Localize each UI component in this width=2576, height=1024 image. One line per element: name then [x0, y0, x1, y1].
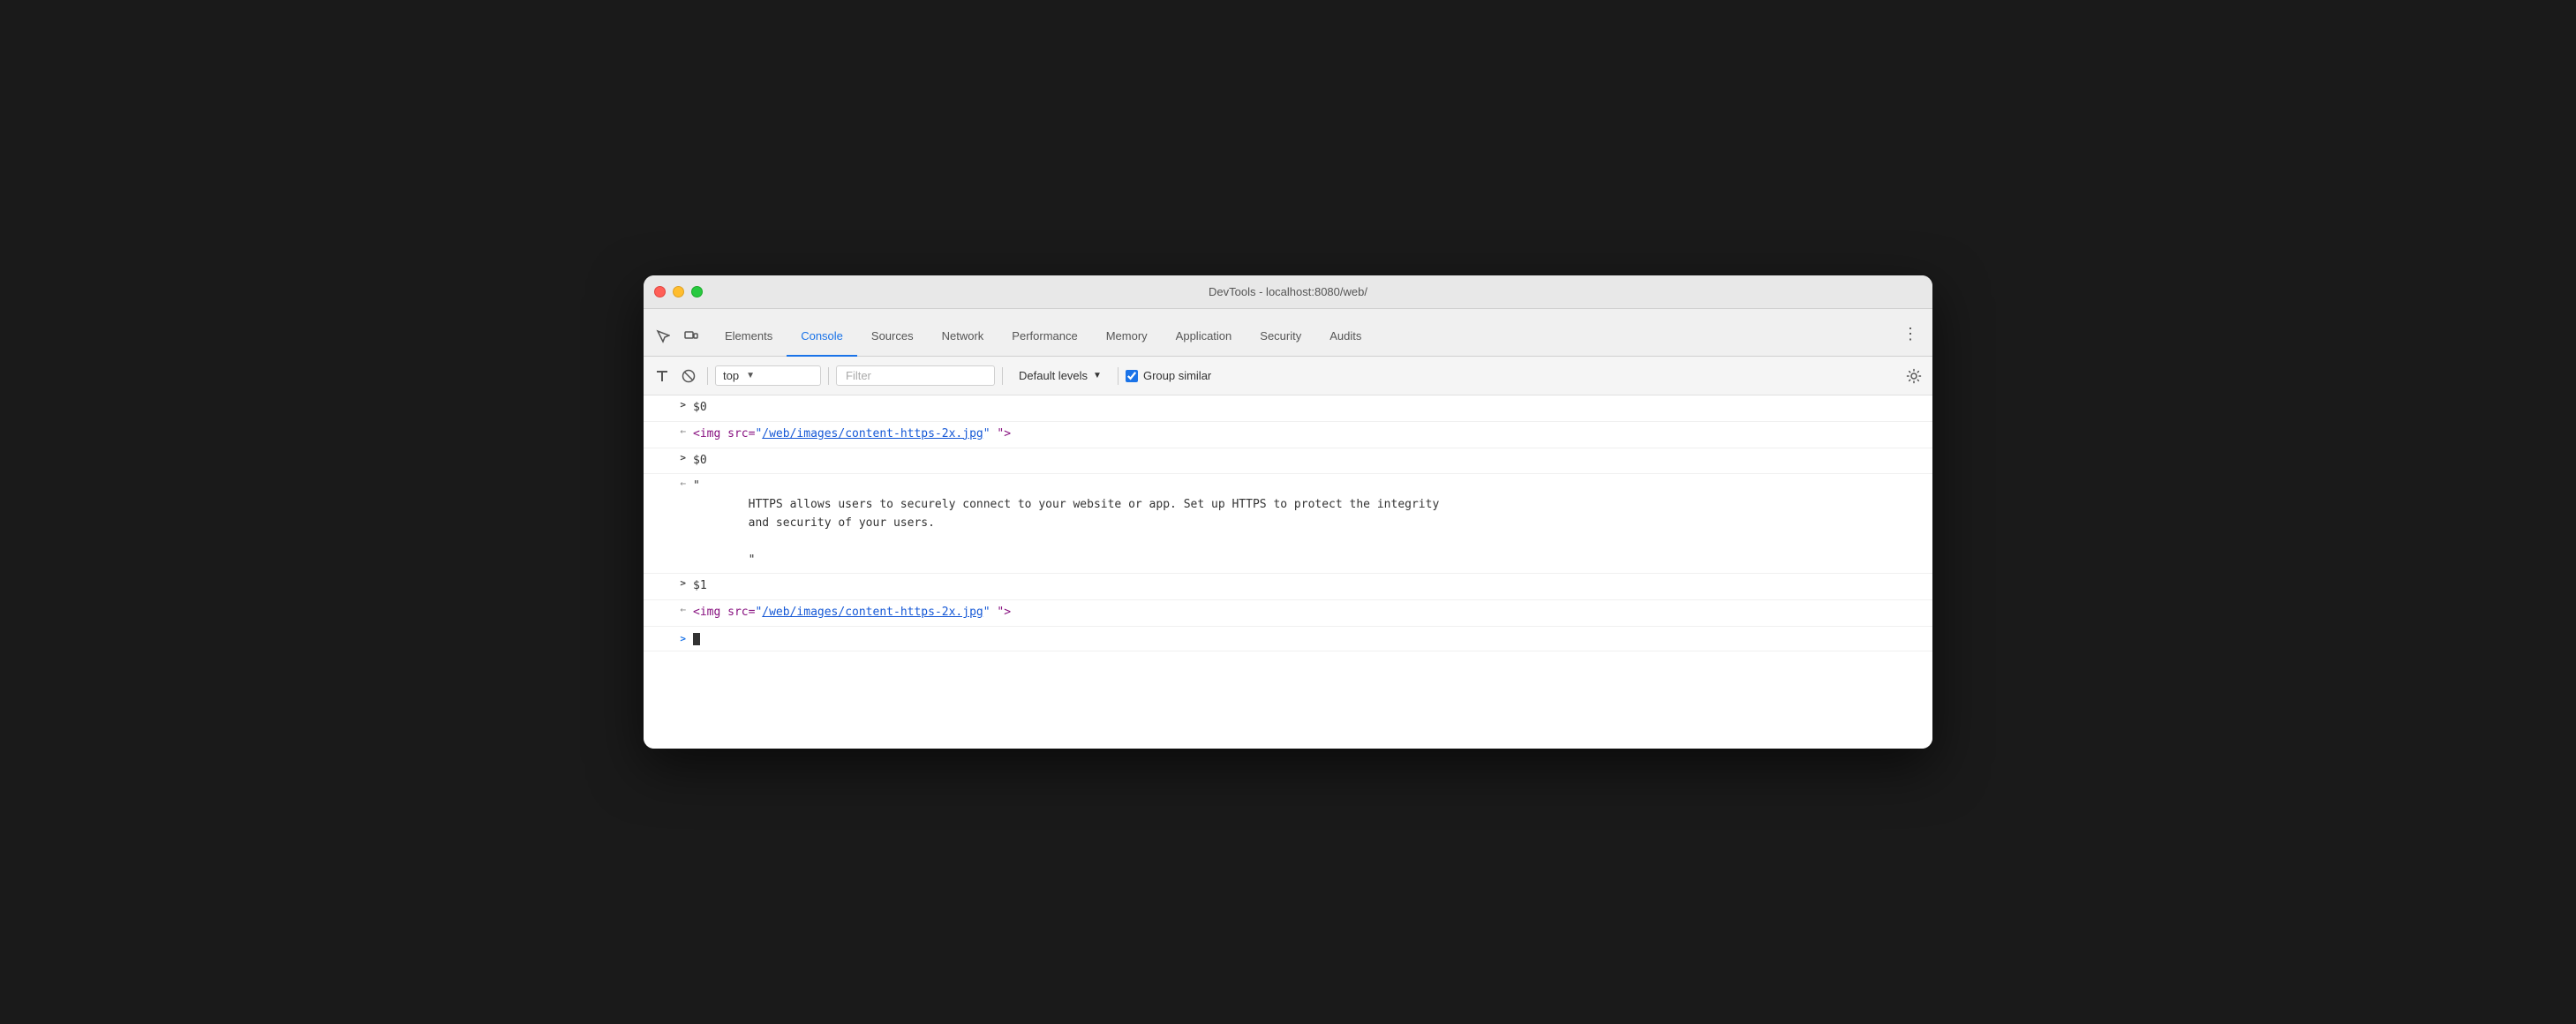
- html-link[interactable]: /web/images/content-https-2x.jpg: [762, 606, 983, 619]
- return-arrow-icon: ←: [680, 604, 686, 615]
- settings-icon[interactable]: [1902, 365, 1925, 388]
- no-icon[interactable]: [677, 365, 700, 388]
- tab-network[interactable]: Network: [928, 316, 998, 357]
- console-row: ← <img src= "/web/images/content-https-2x…: [644, 422, 1932, 448]
- toolbar-divider-2: [828, 367, 829, 385]
- clear-console-button[interactable]: [651, 365, 674, 388]
- toolbar-right: [1902, 365, 1925, 388]
- context-arrow-icon: ▼: [746, 371, 755, 380]
- return-gutter: ←: [644, 600, 693, 619]
- levels-arrow-icon: ▼: [1093, 371, 1102, 380]
- tab-elements[interactable]: Elements: [711, 316, 787, 357]
- devtools-tab-bar: Elements Console Sources Network Perform…: [644, 309, 1932, 357]
- console-body: $1: [693, 574, 1932, 599]
- console-var: $1: [693, 579, 707, 592]
- more-tabs-icon[interactable]: ⋮: [1895, 319, 1925, 349]
- tab-security[interactable]: Security: [1246, 316, 1315, 357]
- device-toolbar-icon[interactable]: [679, 324, 704, 349]
- prompt-gutter: >: [644, 395, 693, 414]
- prompt-arrow-icon: >: [680, 399, 686, 410]
- minimize-button[interactable]: [673, 286, 684, 297]
- console-body: <img src= "/web/images/content-https-2x.j…: [693, 422, 1932, 448]
- levels-label: Default levels: [1019, 369, 1088, 382]
- return-gutter: ←: [644, 474, 693, 493]
- console-row: ← <img src= "/web/images/content-https-2x…: [644, 600, 1932, 627]
- toolbar-divider-4: [1118, 367, 1119, 385]
- levels-dropdown[interactable]: Default levels ▼: [1010, 366, 1111, 385]
- return-gutter: ←: [644, 422, 693, 440]
- cursor: [693, 633, 700, 645]
- tab-memory[interactable]: Memory: [1092, 316, 1162, 357]
- group-similar-toggle[interactable]: Group similar: [1126, 369, 1211, 382]
- console-input-row: >: [644, 627, 1932, 651]
- context-selector[interactable]: top ▼: [715, 365, 821, 386]
- inspect-element-icon[interactable]: [651, 324, 675, 349]
- console-var: $0: [693, 401, 707, 414]
- tab-console[interactable]: Console: [787, 316, 857, 357]
- input-prompt-symbol: >: [680, 633, 686, 644]
- console-output: > $0 ← <img src="/web/images/content-htt…: [644, 395, 1932, 749]
- context-label: top: [723, 369, 739, 382]
- return-arrow-icon: ←: [680, 478, 686, 489]
- console-body: <img src= "/web/images/content-https-2x.j…: [693, 600, 1932, 626]
- html-tag: <img src=: [693, 606, 755, 619]
- tab-performance[interactable]: Performance: [998, 316, 1091, 357]
- html-tag-end: ">: [990, 427, 1011, 440]
- prompt-arrow-icon: >: [680, 577, 686, 589]
- devtools-icon-group: [651, 324, 704, 356]
- tab-sources[interactable]: Sources: [857, 316, 928, 357]
- console-var: $0: [693, 454, 707, 467]
- group-similar-checkbox[interactable]: [1126, 370, 1138, 382]
- prompt-gutter: >: [644, 448, 693, 467]
- window-title: DevTools - localhost:8080/web/: [1209, 285, 1367, 298]
- html-attr-quote-end: ": [983, 606, 990, 619]
- toolbar-divider-1: [707, 367, 708, 385]
- tab-audits[interactable]: Audits: [1315, 316, 1375, 357]
- console-body: " HTTPS allows users to securely connect…: [693, 474, 1932, 573]
- html-tag: <img src=: [693, 427, 755, 440]
- tab-application[interactable]: Application: [1162, 316, 1247, 357]
- console-row: ← " HTTPS allows users to securely conne…: [644, 474, 1932, 574]
- console-input-area[interactable]: [693, 632, 1932, 645]
- filter-input[interactable]: [836, 365, 995, 386]
- console-body: $0: [693, 395, 1932, 421]
- html-tag-end: ">: [990, 606, 1011, 619]
- console-toolbar: top ▼ Default levels ▼ Group similar: [644, 357, 1932, 395]
- devtools-window: DevTools - localhost:8080/web/ Elements …: [644, 275, 1932, 749]
- html-attr-quote-end: ": [983, 427, 990, 440]
- html-link[interactable]: /web/images/content-https-2x.jpg: [762, 427, 983, 440]
- console-row: > $1: [644, 574, 1932, 600]
- prompt-gutter: >: [644, 574, 693, 592]
- console-row: > $0: [644, 395, 1932, 422]
- multiline-string: " HTTPS allows users to securely connect…: [693, 479, 1439, 566]
- console-body: $0: [693, 448, 1932, 474]
- group-similar-label: Group similar: [1143, 369, 1211, 382]
- prompt-arrow-icon: >: [680, 452, 686, 463]
- maximize-button[interactable]: [691, 286, 703, 297]
- traffic-lights: [654, 286, 703, 297]
- title-bar: DevTools - localhost:8080/web/: [644, 275, 1932, 309]
- toolbar-divider-3: [1002, 367, 1003, 385]
- close-button[interactable]: [654, 286, 666, 297]
- console-row: > $0: [644, 448, 1932, 475]
- return-arrow-icon: ←: [680, 425, 686, 437]
- input-prompt: >: [644, 633, 693, 644]
